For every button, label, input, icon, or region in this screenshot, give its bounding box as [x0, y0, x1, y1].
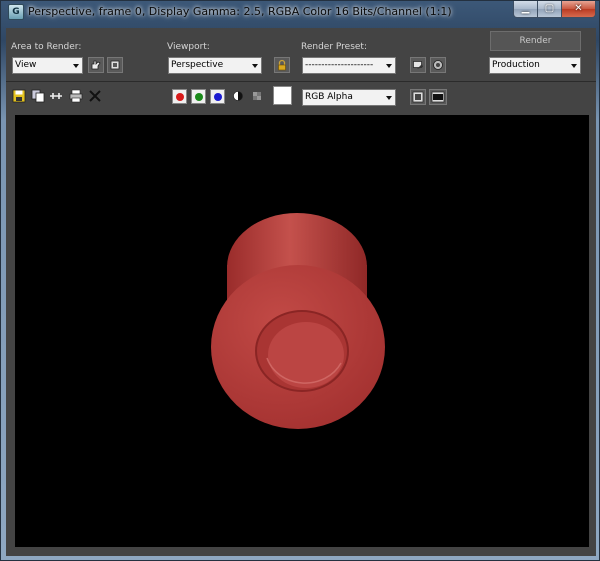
chevron-down-icon	[386, 96, 392, 100]
region-select-icon	[91, 60, 101, 70]
title-bar[interactable]: G Perspective, frame 0, Display Gamma: 2…	[1, 1, 599, 23]
checker-icon[interactable]	[251, 90, 263, 102]
maximize-icon: ▢	[544, 3, 555, 14]
render-frame-window: G Perspective, frame 0, Display Gamma: 2…	[0, 0, 600, 561]
render-setup-button[interactable]	[410, 57, 426, 73]
render-setup-icon	[413, 61, 423, 69]
channel-display-value: RGB Alpha	[305, 92, 353, 102]
red-channel-dot	[176, 93, 184, 101]
window-title: Perspective, frame 0, Display Gamma: 2.5…	[28, 5, 452, 18]
toolbar-separator	[6, 81, 596, 82]
crop-region-button[interactable]	[107, 57, 123, 73]
crop-region-icon	[110, 60, 120, 70]
chevron-down-icon	[571, 64, 577, 68]
rendered-image	[211, 213, 385, 429]
minimize-icon: ▁	[521, 3, 530, 14]
red-cylinder-object	[211, 213, 385, 429]
app-icon[interactable]: G	[8, 4, 24, 20]
blue-channel-button[interactable]	[210, 89, 225, 104]
toggle-ui-overlay-button[interactable]	[410, 89, 426, 105]
clone-icon[interactable]	[49, 89, 63, 103]
green-channel-dot	[195, 93, 203, 101]
area-to-render-dropdown[interactable]: View	[12, 57, 83, 74]
chevron-down-icon	[252, 64, 258, 68]
toggle-ui-button[interactable]	[429, 89, 447, 105]
color-swatch[interactable]	[273, 86, 292, 105]
rendered-image-viewport[interactable]	[15, 115, 589, 547]
environment-icon	[433, 60, 443, 70]
area-to-render-value: View	[15, 60, 37, 70]
blue-channel-dot	[214, 93, 222, 101]
chevron-down-icon	[73, 64, 79, 68]
viewport-value: Perspective	[171, 60, 224, 70]
lock-viewport-button[interactable]	[274, 57, 290, 73]
overlay-icon	[412, 91, 424, 103]
red-channel-button[interactable]	[172, 89, 187, 104]
region-select-button[interactable]	[88, 57, 104, 73]
render-mode-dropdown[interactable]: Production	[489, 57, 581, 74]
render-preset-dropdown[interactable]: ---------------------	[302, 57, 396, 74]
render-preset-label: Render Preset:	[301, 42, 367, 52]
mono-icon[interactable]	[232, 90, 244, 102]
maximize-button[interactable]: ▢	[537, 1, 562, 18]
window-client-area: Area to Render: View Viewport: Perspecti…	[6, 28, 596, 556]
copy-icon[interactable]	[31, 89, 45, 103]
chevron-down-icon	[386, 64, 392, 68]
render-mode-value: Production	[492, 60, 540, 70]
green-channel-button[interactable]	[191, 89, 206, 104]
lock-icon	[278, 59, 286, 71]
clear-icon[interactable]	[88, 89, 102, 103]
channel-display-dropdown[interactable]: RGB Alpha	[302, 89, 396, 106]
close-icon: ✕	[574, 3, 583, 14]
viewport-dropdown[interactable]: Perspective	[168, 57, 262, 74]
print-icon[interactable]	[69, 89, 83, 103]
render-button[interactable]: Render	[490, 31, 581, 51]
close-button[interactable]: ✕	[561, 1, 596, 18]
minimize-button[interactable]: ▁	[513, 1, 538, 18]
render-preset-value: ---------------------	[305, 60, 374, 70]
area-to-render-label: Area to Render:	[11, 42, 82, 52]
panel-icon	[431, 91, 445, 103]
viewport-label: Viewport:	[167, 42, 210, 52]
environment-button[interactable]	[430, 57, 446, 73]
save-icon[interactable]	[12, 89, 26, 103]
